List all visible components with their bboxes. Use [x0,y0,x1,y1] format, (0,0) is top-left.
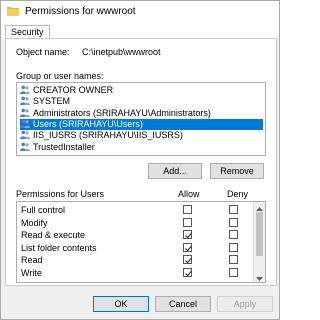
permissions-dialog: Permissions for wwwroot Security Object … [0,0,280,320]
users-icon [20,130,30,140]
permissions-scrollbar[interactable] [253,202,265,282]
permission-label: List folder contents [21,242,97,253]
apply-button[interactable]: Apply [217,296,273,312]
object-name-label: Object name: [16,47,70,57]
group-item-label: SYSTEM [33,96,71,107]
permission-label: Write [21,268,42,278]
cancel-button[interactable]: Cancel [155,296,211,312]
ok-button[interactable]: OK [93,296,149,312]
object-name-value: C:\inetpub\wwwroot [82,47,161,57]
deny-checkbox[interactable] [229,230,238,240]
security-panel: Object name: C:\inetpub\wwwroot Group or… [5,38,277,286]
group-list-item[interactable]: IIS_IUSRS (SRIRAHAYU\IIS_IUSRS) [20,130,263,141]
group-item-label: Users (SRIRAHAYU\Users) [33,118,143,129]
group-list-item[interactable]: CREATOR OWNER [20,85,263,96]
scroll-up-icon[interactable] [256,204,263,211]
allow-checkbox[interactable] [183,268,193,277]
permission-label: Read [21,255,43,266]
add-button[interactable]: Add... [148,163,202,179]
scroll-down-icon[interactable] [256,274,263,281]
allow-checkbox[interactable] [183,255,193,265]
users-icon [20,85,30,94]
group-list-item[interactable]: SYSTEM [20,96,263,107]
deny-checkbox[interactable] [229,205,238,214]
deny-column-header: Deny [227,189,249,199]
permissions-list: Full control Modify Read & execute List fol… [16,201,266,283]
group-item-label: IIS_IUSRS (SRIRAHAYU\IIS_IUSRS) [33,130,183,141]
window-title: Permissions for wwwroot [25,6,136,17]
title-bar: Permissions for wwwroot [1,1,279,23]
permission-label: Modify [21,217,48,228]
allow-checkbox[interactable] [183,205,192,214]
permission-label: Full control [21,205,66,215]
deny-checkbox[interactable] [229,268,238,277]
allow-column-header: Allow [178,189,200,199]
permission-label: Read & execute [21,230,86,241]
permission-row: Modify [17,217,253,229]
deny-checkbox[interactable] [229,242,238,252]
group-item-label: TrustedInstaller [33,141,95,152]
group-list-item[interactable]: Users (SRIRAHAYU\Users) [20,118,263,130]
allow-checkbox[interactable] [183,217,192,227]
allow-checkbox[interactable] [183,230,193,240]
group-item-label: Administrators (SRIRAHAYU\Administrators… [33,107,211,118]
group-list-item[interactable]: Administrators (SRIRAHAYU\Administrators… [20,108,263,119]
permission-row: List folder contents [17,242,253,254]
users-icon [20,108,30,117]
remove-button[interactable]: Remove [210,163,264,179]
permissions-title: Permissions for Users [16,189,105,199]
group-list-item[interactable]: TrustedInstaller [20,142,263,153]
allow-checkbox[interactable] [183,242,193,252]
tab-strip: Security [1,23,279,40]
permission-row: Read & execute [17,229,253,241]
deny-checkbox[interactable] [229,217,238,227]
permission-row: Write [17,267,253,279]
users-icon [20,119,30,128]
folder-icon [7,6,19,16]
group-item-label: CREATOR OWNER [33,85,114,95]
permission-row: Read [17,254,253,266]
group-list-label: Group or user names: [16,71,104,81]
deny-checkbox[interactable] [229,255,238,265]
users-icon [20,142,30,151]
group-user-list[interactable]: CREATOR OWNER SYSTEM Administrators (SRIRA… [16,82,266,156]
scrollbar-thumb[interactable] [256,212,263,256]
users-icon [20,96,30,106]
permission-row: Full control [17,204,253,216]
